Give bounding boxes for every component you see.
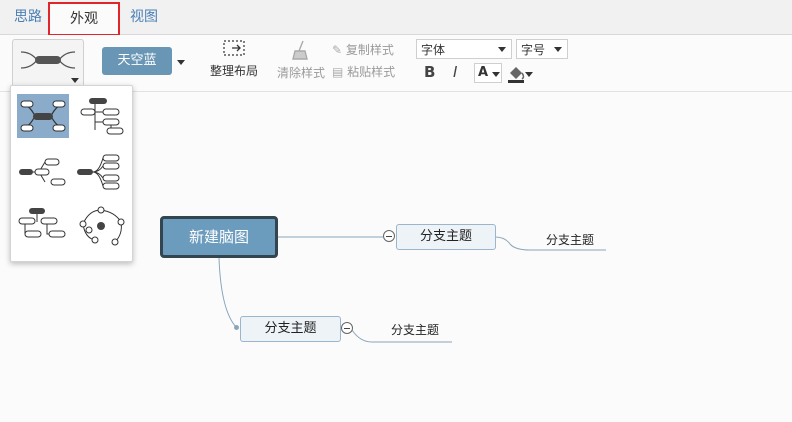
font-size-value: 字号 [521, 43, 546, 57]
font-family-select[interactable]: 字体 [416, 39, 512, 59]
layout-select-button[interactable] [12, 39, 84, 87]
root-topic[interactable]: 新建脑图 [160, 216, 278, 258]
tree-structure-layout-option[interactable] [17, 204, 69, 248]
tab-bar: 思路 外观 视图 [0, 0, 792, 36]
tab-思路[interactable]: 思路 [6, 0, 50, 34]
branch-topic[interactable]: 分支主题 [240, 316, 341, 342]
right-logic-layout-icon [77, 154, 120, 190]
copy-style-icon: ✎ [332, 43, 343, 57]
fill-color-button[interactable] [506, 64, 534, 84]
arrange-layout-label: 整理布局 [209, 64, 258, 78]
org-chart-layout-option[interactable] [75, 94, 127, 138]
tab-视图[interactable]: 视图 [122, 0, 166, 34]
right-logic-layout-option[interactable] [75, 150, 127, 194]
brush-icon [292, 40, 308, 60]
tree-structure-layout-icon [18, 208, 66, 238]
connector-dot [234, 325, 239, 330]
theme-dropdown-icon[interactable] [177, 60, 185, 65]
org-chart-layout-icon [80, 98, 124, 135]
tab-外观[interactable]: 外观 [48, 2, 120, 36]
paste-style-label: 粘贴样式 [347, 65, 396, 79]
branch-topic[interactable]: 分支主题 [396, 224, 496, 250]
font-color-button[interactable]: A [474, 63, 502, 83]
subtopic[interactable]: 分支主题 [540, 231, 600, 249]
layout-dropdown-menu [10, 85, 133, 262]
arrange-layout-icon [223, 40, 245, 56]
collapse-toggle[interactable] [383, 230, 395, 242]
paste-style-icon: ▤ [332, 65, 344, 79]
fishbone-layout-icon [79, 206, 125, 246]
clear-style-label: 清除样式 [276, 66, 325, 80]
mind-map-layout-option[interactable] [17, 94, 69, 138]
collapse-toggle[interactable] [341, 322, 353, 334]
chevron-down-icon [525, 72, 533, 77]
subtopic[interactable]: 分支主题 [385, 321, 445, 339]
font-size-select[interactable]: 字号 [516, 39, 568, 59]
chevron-down-icon [498, 47, 506, 52]
chevron-down-icon [71, 78, 79, 83]
copy-style-label: 复制样式 [345, 43, 394, 57]
mind-map-layout-icon [20, 100, 66, 132]
copy-style-button[interactable]: ✎ 复制样式 [332, 41, 404, 58]
logical-structure-layout-option[interactable] [17, 150, 69, 194]
font-color-label: A [478, 65, 489, 80]
font-family-value: 字体 [421, 43, 446, 57]
chevron-down-icon [492, 72, 500, 77]
logical-structure-layout-icon [19, 158, 66, 186]
italic-button[interactable]: I [453, 63, 457, 81]
appearance-toolbar: 天空蓝 整理布局 清除样式 ✎ 复制样式 ▤ 粘贴样式 字体 字号 B I A [0, 35, 792, 92]
paste-style-button[interactable]: ▤ 粘贴样式 [332, 63, 404, 80]
fishbone-layout-option[interactable] [75, 204, 127, 248]
minus-icon [386, 235, 392, 237]
arrange-layout-button[interactable]: 整理布局 [206, 37, 262, 79]
bold-button[interactable]: B [424, 63, 435, 81]
minus-icon [344, 327, 350, 329]
theme-button[interactable]: 天空蓝 [102, 47, 172, 75]
chevron-down-icon [554, 47, 562, 52]
clear-style-button[interactable]: 清除样式 [274, 39, 328, 81]
